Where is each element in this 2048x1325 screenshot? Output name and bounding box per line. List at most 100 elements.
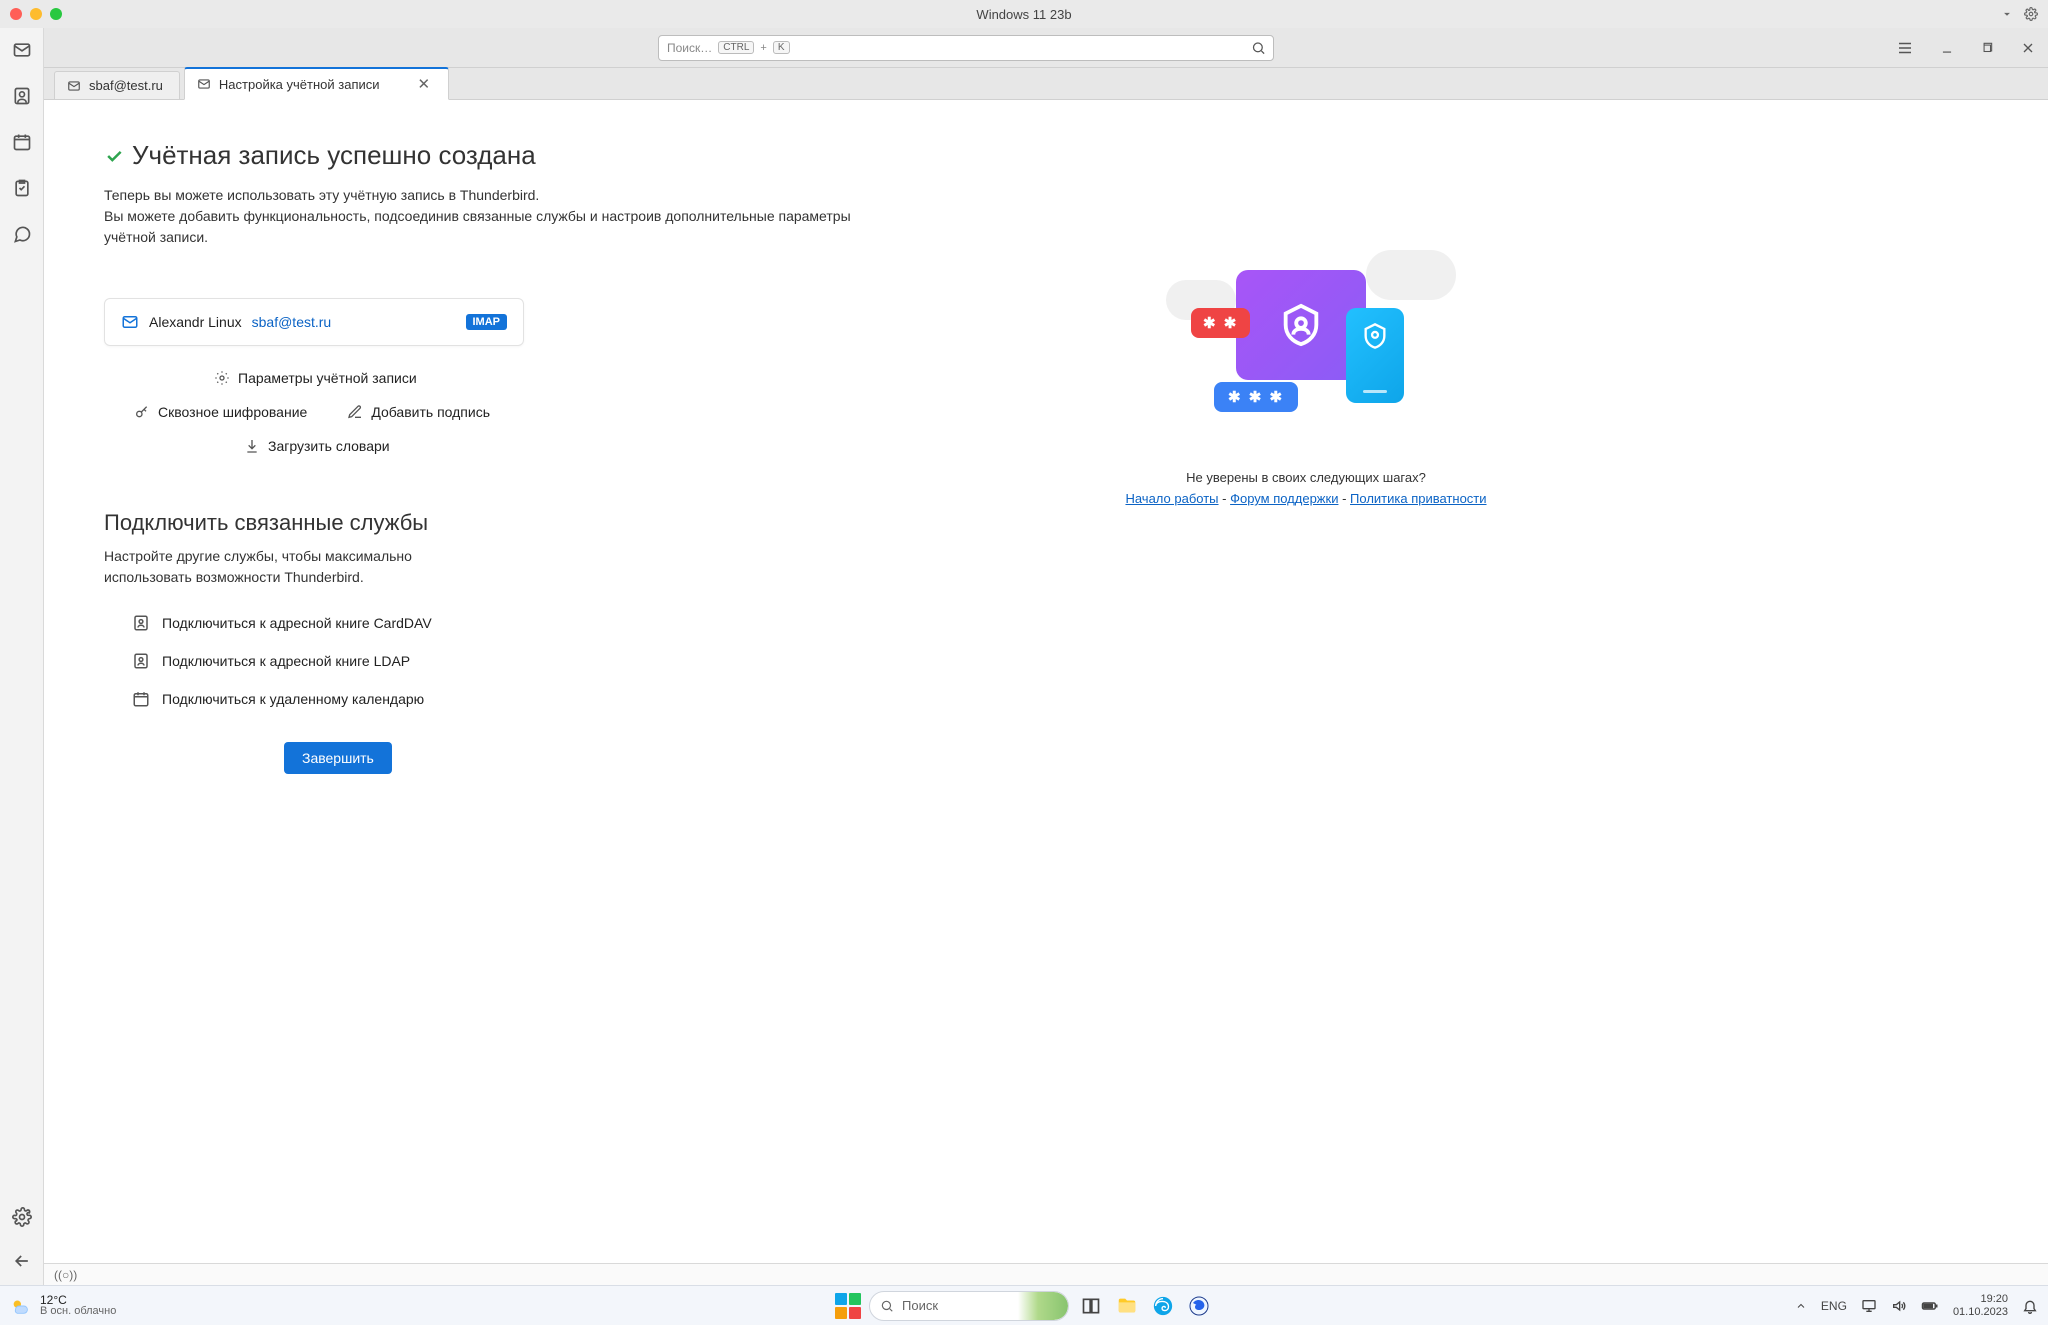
addressbook-space[interactable] [8, 82, 36, 110]
service-calendar[interactable]: Подключиться к удаленному календарю [132, 690, 584, 708]
action-dictionaries-label: Загрузить словари [268, 438, 390, 454]
tasks-space[interactable] [8, 174, 36, 202]
checkmark-icon [104, 146, 124, 166]
tray-clock[interactable]: 19:20 01.10.2023 [1953, 1293, 2008, 1317]
search-icon [880, 1299, 894, 1313]
service-ldap[interactable]: Подключиться к адресной книге LDAP [132, 652, 584, 670]
tab-account-setup[interactable]: Настройка учётной записи ✕ [184, 67, 449, 100]
content-area: Учётная запись успешно создана Теперь вы… [44, 100, 2048, 1285]
window-close-button[interactable] [2020, 40, 2036, 56]
edge-browser[interactable] [1149, 1292, 1177, 1320]
action-dictionaries[interactable]: Загрузить словари [194, 438, 584, 454]
key-icon [134, 404, 150, 420]
kbd-plus: + [760, 42, 766, 54]
sync-icon[interactable]: ((○)) [54, 1268, 77, 1282]
window-restore-button[interactable] [1980, 41, 1994, 55]
chat-space[interactable] [8, 220, 36, 248]
traffic-lights [10, 8, 62, 20]
taskbar-search[interactable]: Поиск [869, 1291, 1069, 1321]
tray-chevron-icon[interactable] [1795, 1300, 1807, 1312]
weather-desc: В осн. облачно [40, 1306, 116, 1317]
file-explorer[interactable] [1113, 1292, 1141, 1320]
settings-space[interactable] [8, 1203, 36, 1231]
window-minimize-button[interactable] [1940, 41, 1954, 55]
tray-language[interactable]: ENG [1821, 1299, 1847, 1313]
page-heading: Учётная запись успешно создана [104, 140, 584, 171]
tab-close-button[interactable]: ✕ [416, 75, 433, 93]
linked-services-section: Подключить связанные службы Настройте др… [104, 510, 584, 708]
toolbar: Поиск… CTRL + K [44, 28, 2048, 68]
right-column: ✱ ✱ ✱ ✱ ✱ Не уверены в своих следующих ш… [624, 140, 1988, 1243]
link-privacy-policy[interactable]: Политика приватности [1350, 491, 1486, 506]
blue-card-icon [1346, 308, 1404, 403]
tray-display-icon[interactable] [1861, 1298, 1877, 1314]
account-card: Alexandr Linux sbaf@test.ru IMAP [104, 298, 524, 346]
service-calendar-label: Подключиться к удаленному календарю [162, 691, 424, 707]
windows-taskbar: 12°C В осн. облачно Поиск ENG 19:20 01.1… [0, 1285, 2048, 1325]
status-bar: ((○)) [44, 1263, 2048, 1285]
red-pill: ✱ ✱ [1191, 308, 1250, 338]
left-column: Учётная запись успешно создана Теперь вы… [104, 140, 584, 1243]
heading-text: Учётная запись успешно создана [132, 140, 536, 171]
search-placeholder: Поиск… [667, 41, 712, 55]
collapse-space[interactable] [8, 1247, 36, 1275]
tab-strip: sbaf@test.ru Настройка учётной записи ✕ [44, 68, 2048, 100]
addressbook-icon [132, 614, 150, 632]
action-account-settings[interactable]: Параметры учётной записи [194, 370, 584, 386]
services-heading: Подключить связанные службы [104, 510, 584, 536]
gear-icon[interactable] [2024, 7, 2038, 21]
link-support-forum[interactable]: Форум поддержки [1230, 491, 1338, 506]
search-icon[interactable] [1251, 40, 1266, 55]
vm-titlebar: Windows 11 23b [0, 0, 2048, 28]
action-e2e[interactable]: Сквозное шифрование [134, 404, 307, 420]
mail-icon [121, 313, 139, 331]
tab-inbox[interactable]: sbaf@test.ru [54, 71, 180, 99]
weather-icon [10, 1295, 32, 1317]
blue-pill: ✱ ✱ ✱ [1214, 382, 1298, 412]
mail-settings-icon [197, 77, 211, 91]
kbd-k: K [773, 41, 790, 54]
window-maximize-mac[interactable] [50, 8, 62, 20]
main-column: Поиск… CTRL + K sbaf@test.ru [44, 28, 2048, 1285]
tray-volume-icon[interactable] [1891, 1298, 1907, 1314]
taskbar-weather[interactable]: 12°C В осн. облачно [10, 1294, 116, 1317]
sub-line-1: Теперь вы можете использовать эту учётну… [104, 185, 584, 206]
vm-title: Windows 11 23b [976, 7, 1071, 22]
app-menu-button[interactable] [1896, 39, 1914, 57]
dropdown-icon[interactable] [2000, 7, 2014, 21]
action-settings-label: Параметры учётной записи [238, 370, 417, 386]
services-desc: Настройте другие службы, чтобы максималь… [104, 546, 464, 588]
tray-battery-icon[interactable] [1921, 1297, 1939, 1315]
link-getting-started[interactable]: Начало работы [1125, 491, 1218, 506]
account-name: Alexandr Linux [149, 314, 242, 330]
tray-notifications-icon[interactable] [2022, 1298, 2038, 1314]
unsure-text: Не уверены в своих следующих шагах? [1186, 470, 1426, 485]
task-view[interactable] [1077, 1292, 1105, 1320]
window-close-mac[interactable] [10, 8, 22, 20]
action-signature[interactable]: Добавить подпись [347, 404, 490, 420]
tab-account-setup-label: Настройка учётной записи [219, 77, 380, 92]
tab-inbox-label: sbaf@test.ru [89, 78, 163, 93]
thunderbird-app-icon[interactable] [1185, 1292, 1213, 1320]
sep2: - [1338, 491, 1350, 506]
imap-badge: IMAP [466, 314, 508, 330]
help-links: Начало работы - Форум поддержки - Полити… [1125, 491, 1486, 506]
finish-button[interactable]: Завершить [284, 742, 392, 774]
inbox-icon [67, 79, 81, 93]
service-carddav-label: Подключиться к адресной книге CardDAV [162, 615, 432, 631]
calendar-icon [132, 690, 150, 708]
start-button[interactable] [835, 1293, 861, 1319]
account-email: sbaf@test.ru [252, 314, 332, 330]
calendar-space[interactable] [8, 128, 36, 156]
service-carddav[interactable]: Подключиться к адресной книге CardDAV [132, 614, 584, 632]
sep1: - [1219, 491, 1231, 506]
kbd-ctrl: CTRL [718, 41, 754, 54]
spaces-sidebar [0, 28, 44, 1285]
mail-space[interactable] [8, 36, 36, 64]
taskbar-center: Поиск [835, 1291, 1213, 1321]
window-minimize-mac[interactable] [30, 8, 42, 20]
global-search[interactable]: Поиск… CTRL + K [658, 35, 1274, 61]
addressbook-icon [132, 652, 150, 670]
tray-time: 19:20 [1980, 1293, 2008, 1305]
service-ldap-label: Подключиться к адресной книге LDAP [162, 653, 410, 669]
